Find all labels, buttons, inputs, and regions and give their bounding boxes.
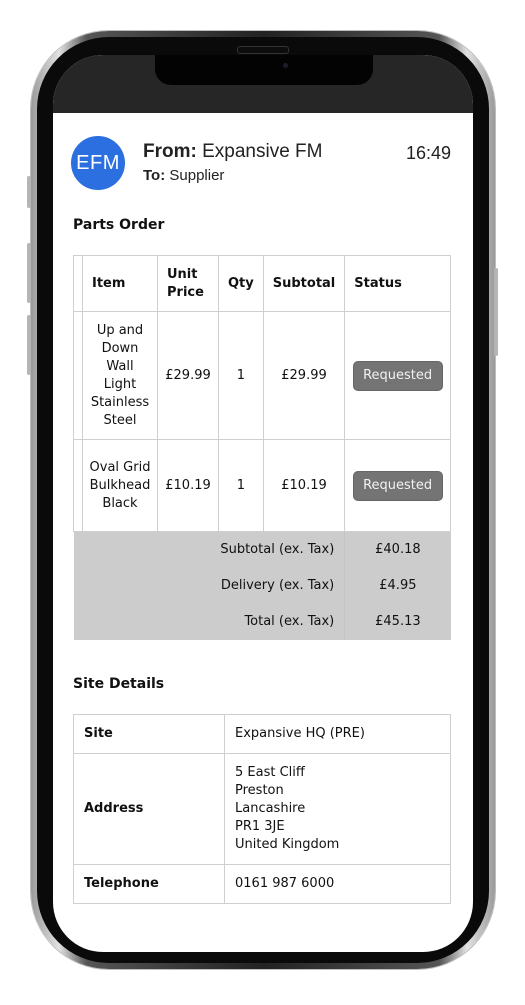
totals-label: Delivery (ex. Tax): [73, 568, 345, 604]
parts-order-table: Item Unit Price Qty Subtotal Status Up a…: [73, 255, 451, 640]
to-value: Supplier: [169, 167, 225, 184]
address-line: Lancashire: [235, 801, 306, 816]
address-line: United Kingdom: [235, 837, 340, 852]
status-cell: Requested: [344, 439, 451, 532]
telephone-value[interactable]: 0161 987 6000: [224, 864, 451, 904]
column-header-subtotal: Subtotal: [262, 255, 346, 312]
column-header-blank: [73, 255, 83, 312]
row-blank-cell: [73, 311, 83, 440]
telephone-row: Telephone 0161 987 6000: [73, 864, 451, 904]
address-line: PR1 3JE: [235, 819, 285, 834]
phone-screen: EFM From: Expansive FM To: Supplier 16:4…: [53, 55, 473, 952]
to-label: To:: [143, 167, 166, 184]
column-header-unit-price: Unit Price: [157, 255, 219, 312]
totals-value: £40.18: [344, 531, 451, 568]
table-header-row: Item Unit Price Qty Subtotal Status: [73, 255, 451, 312]
column-header-item: Item: [82, 255, 158, 312]
totals-row-total: Total (ex. Tax) £45.13: [73, 604, 451, 640]
notch: [155, 55, 373, 85]
volume-down-button: [27, 315, 31, 375]
status-badge[interactable]: Requested: [352, 470, 443, 501]
address-line: 5 East Cliff: [235, 765, 305, 780]
camera-icon: [283, 63, 288, 68]
telephone-label: Telephone: [73, 864, 225, 904]
status-badge[interactable]: Requested: [352, 360, 443, 391]
subtotal: £29.99: [262, 311, 346, 440]
table-row: Up and Down Wall Light Stainless Steel £…: [73, 311, 451, 440]
volume-up-button: [27, 243, 31, 303]
row-blank-cell: [73, 439, 83, 532]
address-row: Address 5 East Cliff Preston Lancashire …: [73, 753, 451, 865]
from-line: From: Expansive FM: [143, 141, 322, 163]
unit-price: £29.99: [157, 311, 219, 440]
totals-value: £45.13: [344, 604, 451, 640]
email-header: EFM From: Expansive FM To: Supplier 16:4…: [71, 113, 451, 201]
quantity: 1: [218, 311, 264, 440]
item-name: Up and Down Wall Light Stainless Steel: [82, 311, 158, 440]
speaker-grille: [237, 46, 289, 54]
status-bar: [53, 55, 473, 113]
site-row: Site Expansive HQ (PRE): [73, 714, 451, 754]
from-label: From:: [143, 141, 197, 162]
table-row: Oval Grid Bulkhead Black £10.19 1 £10.19…: [73, 439, 451, 532]
subtotal: £10.19: [262, 439, 346, 532]
avatar[interactable]: EFM: [71, 136, 125, 190]
address-value: 5 East Cliff Preston Lancashire PR1 3JE …: [224, 753, 451, 865]
email-time: 16:49: [405, 143, 451, 163]
silent-switch: [27, 176, 31, 208]
to-line: To: Supplier: [143, 167, 224, 184]
column-header-qty: Qty: [218, 255, 264, 312]
address-line: Preston: [235, 783, 284, 798]
address-label: Address: [73, 753, 225, 865]
totals-label: Subtotal (ex. Tax): [73, 531, 345, 568]
totals-row-delivery: Delivery (ex. Tax) £4.95: [73, 568, 451, 604]
site-details-table: Site Expansive HQ (PRE) Address 5 East C…: [73, 714, 451, 904]
quantity: 1: [218, 439, 264, 532]
status-cell: Requested: [344, 311, 451, 440]
totals-label: Total (ex. Tax): [73, 604, 345, 640]
site-value: Expansive HQ (PRE): [224, 714, 451, 754]
site-details-title: Site Details: [73, 676, 165, 692]
from-value: Expansive FM: [202, 141, 323, 162]
totals-value: £4.95: [344, 568, 451, 604]
totals-row-subtotal: Subtotal (ex. Tax) £40.18: [73, 531, 451, 568]
email-content: EFM From: Expansive FM To: Supplier 16:4…: [71, 113, 451, 904]
column-header-status: Status: [344, 255, 451, 312]
unit-price: £10.19: [157, 439, 219, 532]
power-button: [494, 268, 498, 356]
site-label: Site: [73, 714, 225, 754]
parts-order-title: Parts Order: [73, 217, 165, 233]
item-name: Oval Grid Bulkhead Black: [82, 439, 158, 532]
